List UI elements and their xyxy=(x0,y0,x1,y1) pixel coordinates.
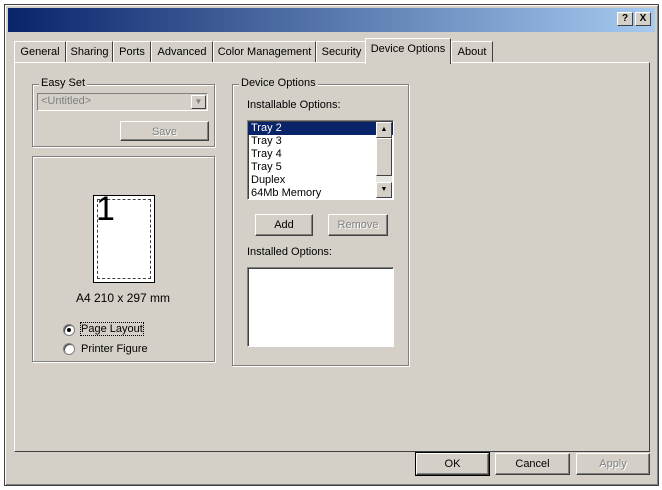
easy-set-combo[interactable]: <Untitled> ▼ xyxy=(37,93,208,111)
page-layout-radio[interactable] xyxy=(63,324,75,336)
printer-figure-radio[interactable] xyxy=(63,343,75,355)
tab-advanced[interactable]: Advanced xyxy=(151,41,213,63)
tab-device-options[interactable]: Device Options xyxy=(365,38,451,64)
preview-group: 1 A4 210 x 297 mm Page Layout Printer Fi… xyxy=(32,156,215,362)
installable-options-list[interactable]: Tray 2 Tray 3 Tray 4 Tray 5 Duplex 64Mb … xyxy=(247,120,394,200)
chevron-down-icon[interactable]: ▼ xyxy=(191,95,206,109)
scroll-thumb[interactable] xyxy=(376,138,392,176)
remove-button[interactable]: Remove xyxy=(328,214,388,236)
device-options-panel: Easy Set <Untitled> ▼ Save 1 A4 210 x 29… xyxy=(14,62,650,452)
installed-options-list[interactable] xyxy=(247,267,394,347)
easy-set-title: Easy Set xyxy=(39,77,88,89)
printer-figure-label[interactable]: Printer Figure xyxy=(81,343,148,355)
page-preview-icon: 1 xyxy=(93,190,155,283)
device-options-group: Device Options Installable Options: Tray… xyxy=(232,77,409,366)
list-item[interactable]: Tray 3 xyxy=(248,135,393,148)
title-bar[interactable]: ? X xyxy=(8,8,655,32)
tab-color-management[interactable]: Color Management xyxy=(213,41,316,63)
tab-about[interactable]: About xyxy=(451,41,493,63)
easy-set-combo-value: <Untitled> xyxy=(41,95,92,107)
page-layout-label[interactable]: Page Layout xyxy=(80,322,144,336)
close-button[interactable]: X xyxy=(635,12,651,26)
scroll-down-icon[interactable]: ▼ xyxy=(376,182,392,198)
save-button[interactable]: Save xyxy=(120,121,209,141)
add-button[interactable]: Add xyxy=(255,214,313,236)
list-scrollbar[interactable]: ▲ ▼ xyxy=(376,122,392,198)
list-item[interactable]: 64Mb Memory xyxy=(248,187,393,199)
apply-button[interactable]: Apply xyxy=(576,453,650,475)
cancel-button[interactable]: Cancel xyxy=(495,453,570,475)
easy-set-group: Easy Set <Untitled> ▼ Save xyxy=(32,77,215,147)
installable-options-label: Installable Options: xyxy=(247,99,341,111)
device-options-title: Device Options xyxy=(239,77,318,89)
tab-sharing[interactable]: Sharing xyxy=(66,41,113,63)
printer-properties-window: ? X General Sharing Ports Advanced Color… xyxy=(4,4,659,486)
ok-button[interactable]: OK xyxy=(415,452,490,476)
list-item[interactable]: Tray 5 xyxy=(248,161,393,174)
page-number: 1 xyxy=(96,190,115,228)
list-item[interactable]: Tray 2 xyxy=(248,122,393,135)
list-item[interactable]: Tray 4 xyxy=(248,148,393,161)
scroll-up-icon[interactable]: ▲ xyxy=(376,122,392,138)
tab-ports[interactable]: Ports xyxy=(113,41,151,63)
paper-size-label: A4 210 x 297 mm xyxy=(76,291,171,305)
tab-security[interactable]: Security xyxy=(316,41,367,63)
list-item[interactable]: Duplex xyxy=(248,174,393,187)
tab-general[interactable]: General xyxy=(14,41,66,63)
installed-options-label: Installed Options: xyxy=(247,246,332,258)
help-button[interactable]: ? xyxy=(617,12,633,26)
